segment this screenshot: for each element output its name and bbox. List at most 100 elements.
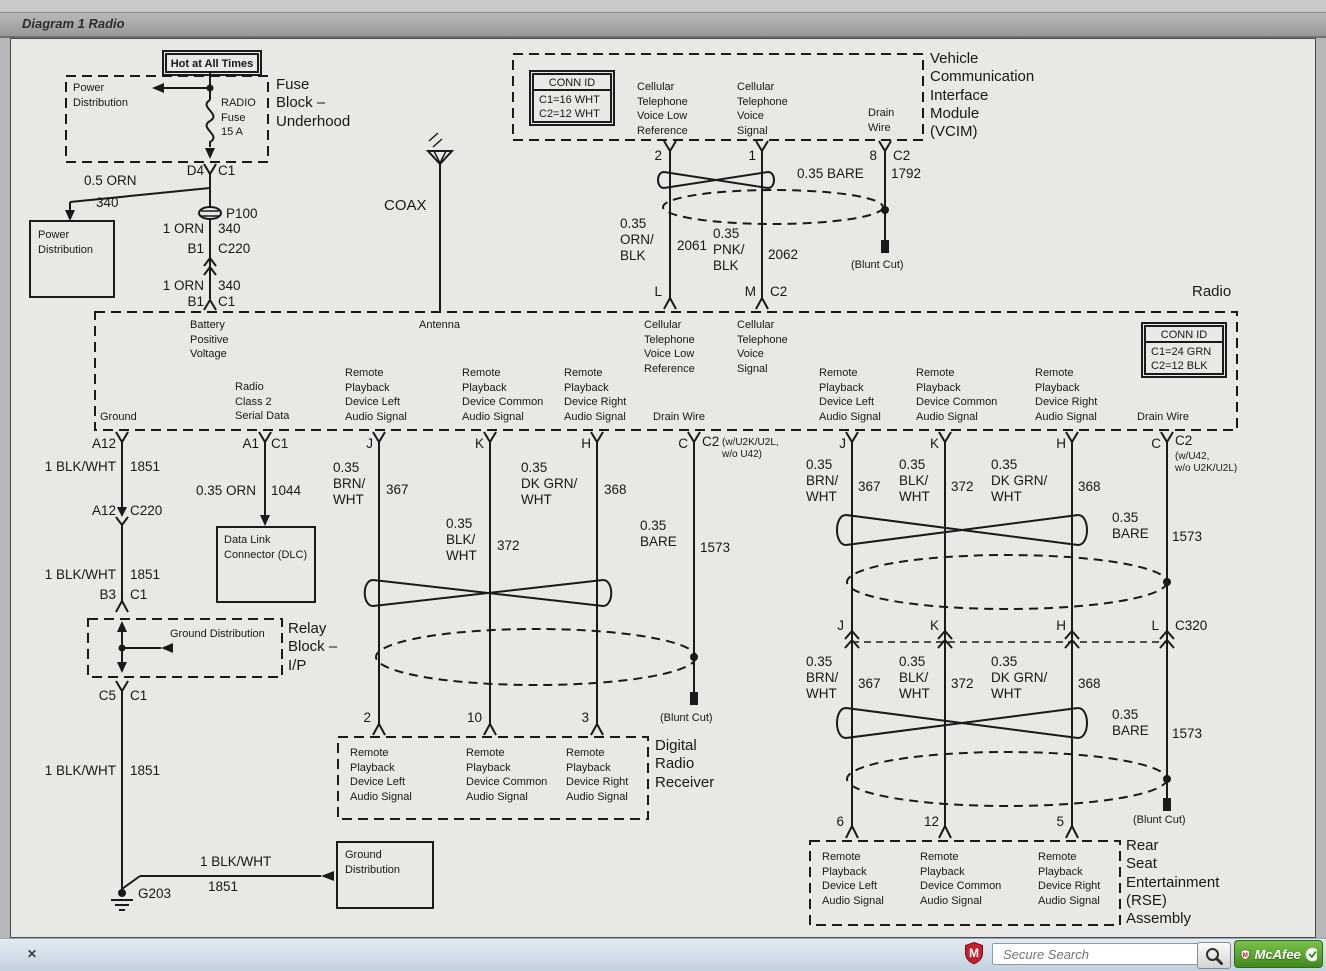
- ground-distribution-box-label: Ground Distribution: [345, 848, 400, 877]
- cct-372-r1: 372: [951, 479, 974, 495]
- radio-signal-common-1: Remote Playback Device Common Audio Sign…: [462, 366, 543, 424]
- wire-dkgrn-mid: 0.35 DK GRN/ WHT: [521, 460, 577, 509]
- search-input[interactable]: [992, 943, 1200, 965]
- rse-pin-6: 6: [822, 814, 844, 830]
- p100-splice-symbol: [199, 207, 221, 219]
- pin-k-mid: K: [460, 436, 484, 452]
- vcim-cell-voice-signal: Cellular Telephone Voice Signal: [737, 80, 788, 138]
- hot-at-all-times-label: Hot at All Times: [166, 57, 258, 72]
- pin-j-mid: J: [349, 436, 373, 452]
- pin-b3: B3: [62, 587, 116, 603]
- conn-c2-right-note: (w/U42, w/o U2K/U2L): [1175, 451, 1237, 475]
- cct-1851-4: 1851: [208, 879, 238, 895]
- radio-ground-label: Ground: [100, 410, 137, 425]
- wire-1orn-a: 1 ORN: [150, 221, 204, 237]
- vcim-pin-l: L: [640, 284, 662, 300]
- vcim-connid-c2: C2=12 WHT: [539, 107, 600, 122]
- wire-bare-mid: 0.35 BARE: [640, 518, 677, 550]
- blunt-cut-mid: (Blunt Cut): [660, 711, 713, 726]
- radio-battery-label: Battery Positive Voltage: [190, 318, 229, 362]
- pin-d4: D4: [172, 163, 204, 179]
- conn-c320-label: C320: [1175, 618, 1207, 634]
- vcim-wire-bare: 0.35 BARE: [797, 166, 864, 182]
- dlc-box-label: Data Link Connector (DLC): [224, 533, 307, 562]
- antenna-icon: [428, 133, 452, 164]
- cct-372-r2: 372: [951, 676, 974, 692]
- pin-c1-c5: C1: [130, 688, 147, 704]
- cct-1573-r1: 1573: [1172, 529, 1202, 545]
- cct-368-r2: 368: [1078, 676, 1101, 692]
- power-distribution-box-label: Power Distribution: [38, 228, 93, 257]
- vcim-pin-m: M: [730, 284, 756, 300]
- radio-cell-voice-signal: Cellular Telephone Voice Signal: [737, 318, 788, 376]
- fuse-block-name: Fuse Block – Underhood: [276, 76, 350, 131]
- conn-c2-mid: C2: [702, 434, 719, 450]
- splice-p100-label: P100: [226, 206, 258, 222]
- wire-blkwht035-mid: 0.35 BLK/ WHT: [446, 516, 477, 565]
- wire-brnwht-r1: 0.35 BRN/ WHT: [806, 457, 838, 506]
- wire-blkwht-4: 1 BLK/WHT: [200, 854, 271, 870]
- pin-k-right: K: [915, 436, 939, 452]
- fuse-power-distribution-label: Power Distribution: [73, 81, 128, 110]
- svg-text:M: M: [1243, 951, 1248, 958]
- drr-signal-left: Remote Playback Device Left Audio Signal: [350, 746, 412, 804]
- pin-h-right: H: [1042, 436, 1066, 452]
- pin-j-right: J: [822, 436, 846, 452]
- radio-drain-wire-2: Drain Wire: [1137, 410, 1189, 425]
- cct-368-r1: 368: [1078, 479, 1101, 495]
- vcim-pin-8: 8: [853, 148, 877, 164]
- cct-2062: 2062: [768, 247, 798, 263]
- drr-signal-common: Remote Playback Device Common Audio Sign…: [466, 746, 547, 804]
- rse-signal-left: Remote Playback Device Left Audio Signal: [822, 850, 884, 908]
- wire-bare-r1: 0.35 BARE: [1112, 510, 1149, 542]
- wire-ornblk: 0.35 ORN/ BLK: [620, 216, 654, 265]
- pin-a12-radio: A12: [78, 436, 116, 452]
- radio-antenna-label: Antenna: [419, 318, 460, 333]
- c320-pin-j: J: [822, 618, 844, 634]
- radio-signal-left-2: Remote Playback Device Left Audio Signal: [819, 366, 881, 424]
- pin-b1-b: B1: [150, 294, 204, 310]
- vcim-cell-voice-low: Cellular Telephone Voice Low Reference: [637, 80, 688, 138]
- shield-ellipses: [376, 190, 1167, 806]
- pin-a1: A1: [223, 436, 259, 452]
- conn-c2-right: C2: [1175, 433, 1192, 449]
- close-icon[interactable]: ✕: [27, 947, 37, 961]
- radio-connid-c1: C1=24 GRN: [1151, 345, 1211, 360]
- conn-c220-a: C220: [218, 241, 250, 257]
- cct-368-mid: 368: [604, 482, 627, 498]
- search-icon: [1204, 946, 1224, 966]
- search-button[interactable]: [1197, 942, 1231, 969]
- wire-blkwht-r2: 0.35 BLK/ WHT: [899, 654, 930, 703]
- cct-340-c: 340: [218, 278, 241, 294]
- wire-035orn: 0.35 ORN: [178, 483, 256, 499]
- cct-1792: 1792: [891, 166, 921, 182]
- c320-pin-h: H: [1042, 618, 1066, 634]
- rse-signal-common: Remote Playback Device Common Audio Sign…: [920, 850, 1001, 908]
- wire-05orn: 0.5 ORN: [84, 173, 137, 189]
- mcafee-button-shield-icon: M: [1240, 947, 1251, 962]
- pin-c1-b: C1: [218, 294, 235, 310]
- pin-c-right: C: [1137, 436, 1161, 452]
- cct-1044: 1044: [271, 483, 301, 499]
- pin-c1-a1: C1: [271, 436, 288, 452]
- radio-fuse-label: RADIO Fuse 15 A: [221, 96, 256, 140]
- cct-1851-1: 1851: [130, 459, 160, 475]
- drr-pin-3: 3: [567, 710, 589, 726]
- mcafee-button[interactable]: M McAfee: [1234, 940, 1323, 968]
- vcim-blunt-cut: (Blunt Cut): [851, 258, 904, 273]
- mcafee-shield-icon: M: [963, 941, 985, 965]
- check-icon: [1305, 947, 1317, 962]
- rse-pin-5: 5: [1040, 814, 1064, 830]
- fuse-symbol: [207, 100, 214, 147]
- conn-c220-b: C220: [130, 503, 162, 519]
- drr-signal-right: Remote Playback Device Right Audio Signa…: [566, 746, 628, 804]
- radio-signal-right-1: Remote Playback Device Right Audio Signa…: [564, 366, 626, 424]
- vcim-conn-c2-bottom: C2: [770, 284, 787, 300]
- pin-c1-b3: C1: [130, 587, 147, 603]
- wire-dkgrn-r2: 0.35 DK GRN/ WHT: [991, 654, 1047, 703]
- pin-h-mid: H: [567, 436, 591, 452]
- cct-367-r2: 367: [858, 676, 881, 692]
- wire-blkwht-2: 1 BLK/WHT: [28, 567, 116, 583]
- radio-cell-voice-low: Cellular Telephone Voice Low Reference: [644, 318, 695, 376]
- pin-c5: C5: [62, 688, 116, 704]
